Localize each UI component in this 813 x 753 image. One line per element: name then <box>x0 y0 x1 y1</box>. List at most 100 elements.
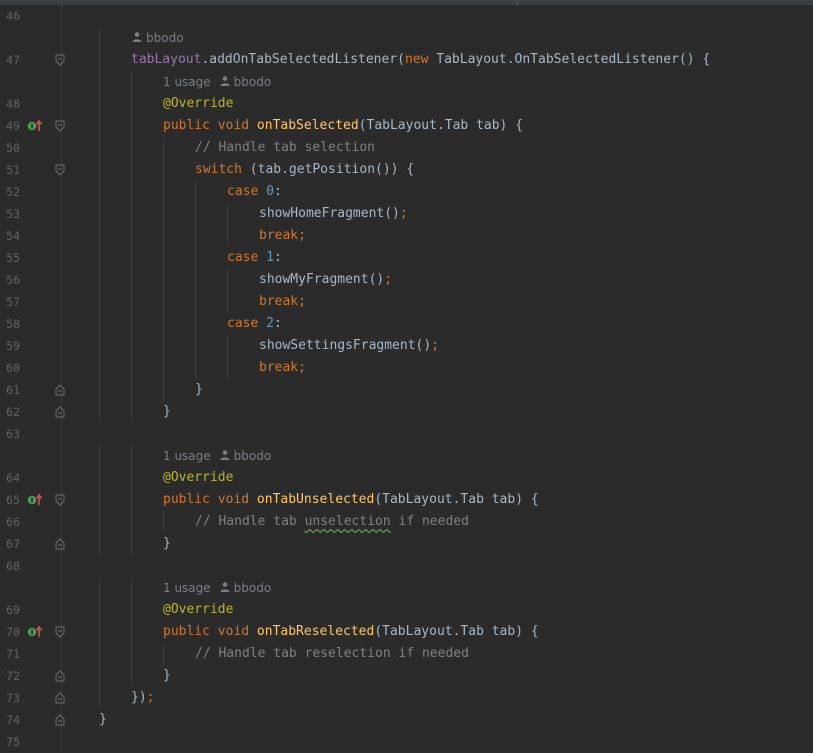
line-number[interactable]: 47 <box>0 49 20 71</box>
indent-guide <box>99 599 131 621</box>
line-number[interactable]: 58 <box>0 313 20 335</box>
code-line[interactable]: 65 Ipublic void onTabUnselected(TabLayout… <box>0 489 813 511</box>
code-line[interactable]: 66 // Handle tab unselection if needed <box>0 511 813 533</box>
line-number[interactable]: 51 <box>0 159 20 181</box>
fold-close-icon[interactable] <box>55 692 65 704</box>
usage-count[interactable]: 1 usage <box>163 581 211 595</box>
implements-method-icon[interactable]: I <box>27 493 43 507</box>
line-number[interactable]: 52 <box>0 181 20 203</box>
fold-close-icon[interactable] <box>55 670 65 682</box>
line-number[interactable]: 49 <box>0 115 20 137</box>
fold-open-icon[interactable] <box>55 164 65 176</box>
line-number[interactable]: 56 <box>0 269 20 291</box>
code-line[interactable]: 51 switch (tab.getPosition()) { <box>0 159 813 181</box>
line-number[interactable]: 68 <box>0 555 20 577</box>
line-number[interactable]: 64 <box>0 467 20 489</box>
code-editor[interactable]: 46 bbodo 47 tabLayout.addOnTabSelectedListe… <box>0 5 813 753</box>
code-line[interactable]: 68 <box>0 555 813 577</box>
fold-open-icon[interactable] <box>55 626 65 638</box>
fold-close-icon[interactable] <box>55 538 65 550</box>
implements-method-icon[interactable]: I <box>27 625 43 639</box>
code-vision-hint[interactable]: 1 usage bbodo <box>163 75 271 89</box>
code-line[interactable]: 50 // Handle tab selection <box>0 137 813 159</box>
code-line[interactable]: 75 <box>0 731 813 753</box>
code-line[interactable]: 55 case 1: <box>0 247 813 269</box>
line-number[interactable]: 71 <box>0 643 20 665</box>
line-number[interactable]: 48 <box>0 93 20 115</box>
code-line[interactable]: 62} <box>0 401 813 423</box>
line-number[interactable]: 75 <box>0 731 20 753</box>
line-number[interactable]: 54 <box>0 225 20 247</box>
line-number[interactable]: 57 <box>0 291 20 313</box>
fold-close-icon[interactable] <box>55 714 65 726</box>
code-line[interactable]: 72} <box>0 665 813 687</box>
code-line[interactable]: 73}); <box>0 687 813 709</box>
line-number[interactable]: 50 <box>0 137 20 159</box>
code-line[interactable]: 60 break; <box>0 357 813 379</box>
code-line[interactable]: 52 case 0: <box>0 181 813 203</box>
line-number[interactable]: 73 <box>0 687 20 709</box>
code-line[interactable]: 58 case 2: <box>0 313 813 335</box>
author-name[interactable]: bbodo <box>234 581 272 595</box>
implements-method-icon[interactable]: I <box>27 119 43 133</box>
code-line[interactable]: 57 break; <box>0 291 813 313</box>
line-number[interactable]: 62 <box>0 401 20 423</box>
code-line[interactable]: 74} <box>0 709 813 731</box>
code-line[interactable]: 53 showHomeFragment(); <box>0 203 813 225</box>
line-number[interactable]: 69 <box>0 599 20 621</box>
line-number[interactable]: 74 <box>0 709 20 731</box>
line-number[interactable]: 46 <box>0 5 20 27</box>
fold-open-icon[interactable] <box>55 54 65 66</box>
code-vision-hint[interactable]: 1 usage bbodo <box>163 581 271 595</box>
fold-close-icon[interactable] <box>55 406 65 418</box>
code-line[interactable]: 61} <box>0 379 813 401</box>
line-number[interactable]: 60 <box>0 357 20 379</box>
author-name[interactable]: bbodo <box>146 31 184 45</box>
usage-count[interactable]: 1 usage <box>163 449 211 463</box>
code-line[interactable]: 71 // Handle tab reselection if needed <box>0 643 813 665</box>
line-number[interactable]: 61 <box>0 379 20 401</box>
fold-close-icon[interactable] <box>55 384 65 396</box>
fold-open-icon[interactable] <box>55 494 65 506</box>
code-line[interactable]: 56 showMyFragment(); <box>0 269 813 291</box>
indent-guide <box>131 357 163 379</box>
code-line[interactable]: 48 @Override <box>0 93 813 115</box>
code-token: .addOnTabSelectedListener( <box>201 52 405 67</box>
code-line[interactable]: 46 <box>0 5 813 27</box>
code-text: } <box>99 401 171 423</box>
code-vision-hint[interactable]: bbodo <box>131 31 184 45</box>
line-number[interactable]: 63 <box>0 423 20 445</box>
line-number[interactable]: 53 <box>0 203 20 225</box>
fold-open-icon[interactable] <box>55 120 65 132</box>
code-line[interactable]: 54 break; <box>0 225 813 247</box>
line-number[interactable]: 67 <box>0 533 20 555</box>
code-line[interactable]: 64 @Override <box>0 467 813 489</box>
line-number[interactable]: 55 <box>0 247 20 269</box>
code-token: : <box>273 250 282 265</box>
code-line[interactable]: 70 Ipublic void onTabReselected(TabLayout… <box>0 621 813 643</box>
code-text: break; <box>99 357 306 379</box>
code-token: } <box>163 404 171 419</box>
code-line[interactable]: 69 @Override <box>0 599 813 621</box>
indent-guide <box>195 357 227 379</box>
author-name[interactable]: bbodo <box>234 75 272 89</box>
line-number[interactable]: 65 <box>0 489 20 511</box>
code-line[interactable]: 59 showSettingsFragment(); <box>0 335 813 357</box>
code-token: 2 <box>266 316 274 331</box>
line-number[interactable]: 59 <box>0 335 20 357</box>
code-token: showSettingsFragment() <box>259 338 432 353</box>
code-line[interactable]: 67} <box>0 533 813 555</box>
author-name[interactable]: bbodo <box>234 449 272 463</box>
code-line[interactable]: 47 tabLayout.addOnTabSelectedListener(new… <box>0 49 813 71</box>
usage-count[interactable]: 1 usage <box>163 75 211 89</box>
code-line[interactable]: 63 <box>0 423 813 445</box>
line-number[interactable]: 70 <box>0 621 20 643</box>
code-token: (TabLayout.Tab tab) { <box>374 492 539 507</box>
code-vision-hint[interactable]: 1 usage bbodo <box>163 449 271 463</box>
indent-guide <box>131 137 163 159</box>
code-token: public void <box>163 492 257 507</box>
indent-guide <box>195 291 227 313</box>
line-number[interactable]: 66 <box>0 511 20 533</box>
code-line[interactable]: 49 Ipublic void onTabSelected(TabLayout.T… <box>0 115 813 137</box>
line-number[interactable]: 72 <box>0 665 20 687</box>
